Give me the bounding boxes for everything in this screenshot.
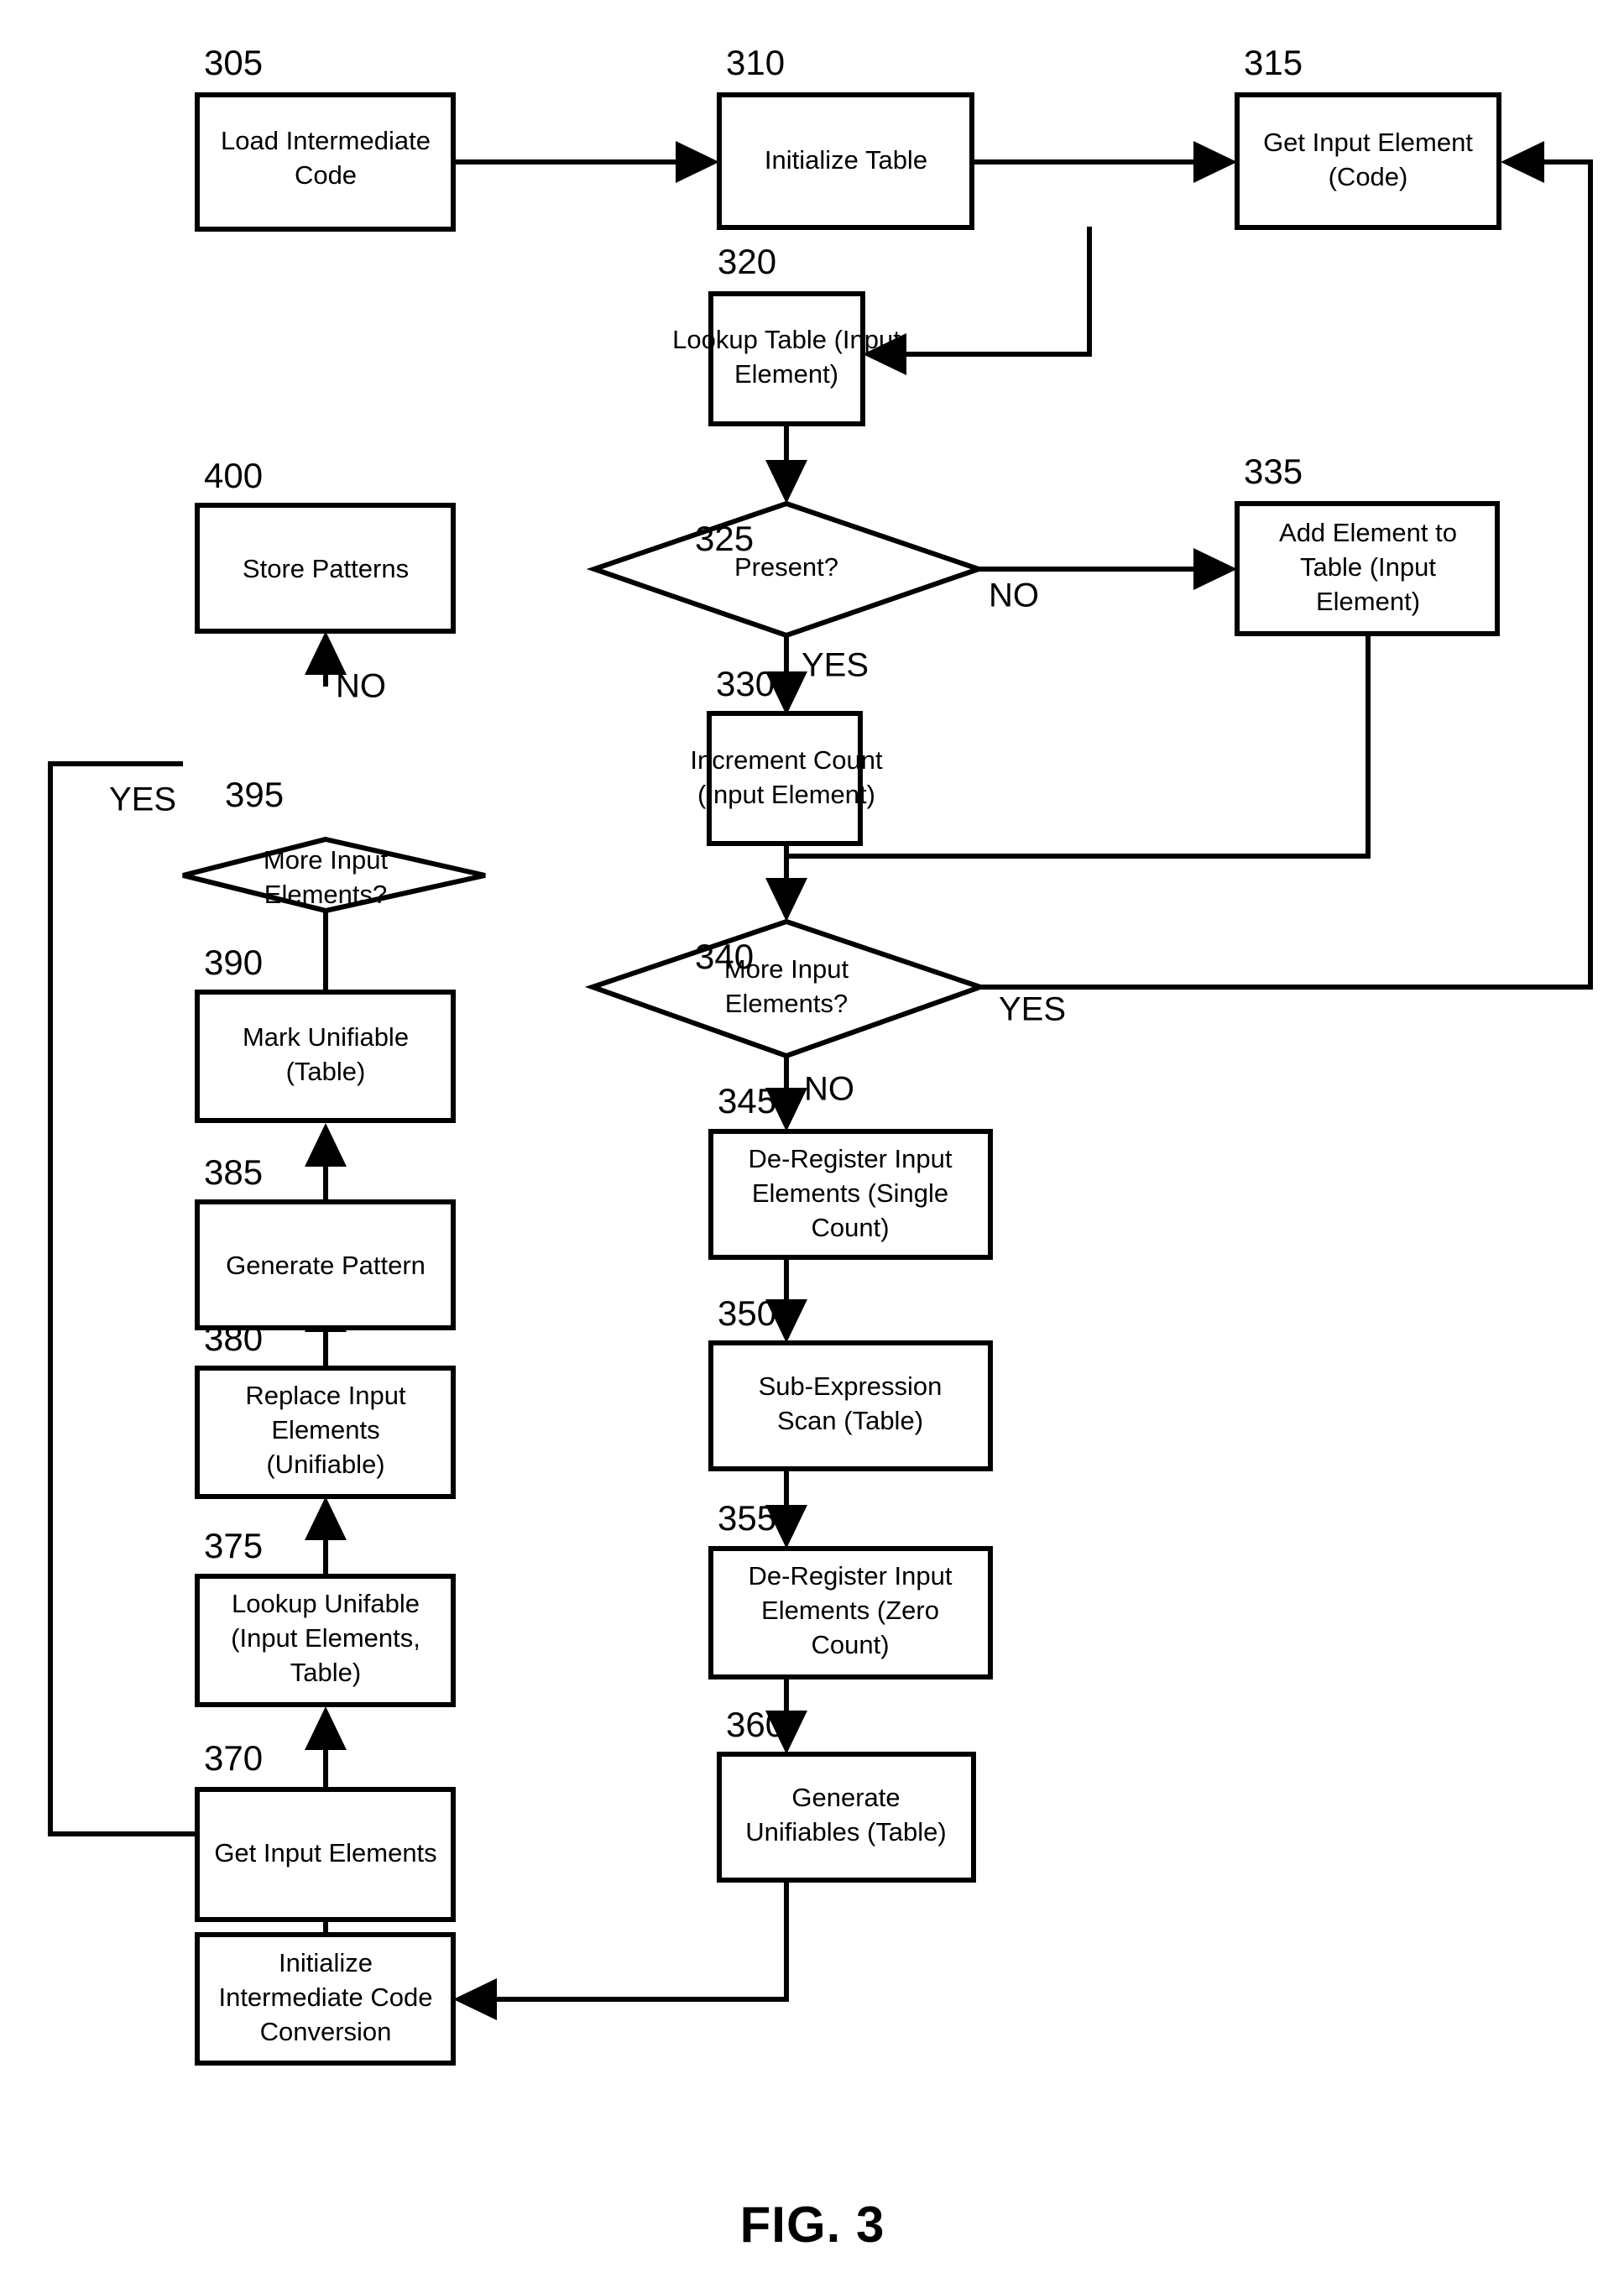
node-380-line-2: Elements bbox=[271, 1415, 379, 1444]
node-355-ref: 355 bbox=[718, 1498, 776, 1538]
node-305-ref: 305 bbox=[204, 43, 263, 82]
node-355-line-3: Count) bbox=[811, 1630, 889, 1659]
flowchart-diagram: 305 Load Intermediate Code 310 Initializ… bbox=[0, 0, 1624, 2288]
branch-label-395-no: NO bbox=[336, 668, 386, 705]
branch-label-340-no: NO bbox=[804, 1071, 854, 1108]
node-330-line-1: Increment Count bbox=[690, 745, 883, 775]
node-360-line-2: Unifiables (Table) bbox=[745, 1817, 947, 1847]
branch-label-340-yes: YES bbox=[999, 991, 1066, 1028]
figure-caption: FIG. 3 bbox=[740, 2197, 885, 2253]
node-345-ref: 345 bbox=[718, 1081, 776, 1120]
branch-label-325-yes: YES bbox=[802, 647, 869, 684]
branch-label-395-yes: YES bbox=[109, 781, 176, 818]
node-315-ref: 315 bbox=[1244, 43, 1303, 82]
node-345-line-2: Elements (Single bbox=[752, 1178, 948, 1208]
node-335-line-2: Table (Input bbox=[1300, 552, 1436, 582]
node-350-line-2: Scan (Table) bbox=[777, 1406, 923, 1435]
node-345-line-1: De-Register Input bbox=[749, 1144, 953, 1173]
node-335-ref: 335 bbox=[1244, 452, 1303, 491]
node-380-line-3: (Unifiable) bbox=[266, 1450, 384, 1479]
node-365-line-3: Conversion bbox=[260, 2017, 392, 2046]
node-375-ref: 375 bbox=[204, 1526, 263, 1565]
node-400-line-1: Store Patterns bbox=[243, 554, 409, 583]
branch-label-325-no: NO bbox=[989, 577, 1039, 614]
node-355-line-1: De-Register Input bbox=[749, 1561, 953, 1591]
node-365-line-1: Initialize bbox=[279, 1948, 373, 1977]
node-370-line-1: Get Input Elements bbox=[214, 1838, 436, 1867]
node-390-line-1: Mark Unifiable bbox=[243, 1022, 409, 1052]
node-330-line-2: (Input Element) bbox=[697, 780, 875, 809]
node-305-line-1: Load Intermediate bbox=[221, 126, 431, 155]
node-315-box[interactable] bbox=[1235, 92, 1501, 230]
node-320-line-1: Lookup Table (Input bbox=[672, 325, 901, 354]
node-320-ref: 320 bbox=[718, 242, 776, 281]
node-375-line-1: Lookup Unifable bbox=[232, 1589, 420, 1618]
node-325-line-1: Present? bbox=[734, 552, 838, 582]
node-380-line-1: Replace Input bbox=[245, 1381, 406, 1410]
node-360-ref: 360 bbox=[726, 1705, 785, 1744]
node-375-line-2: (Input Elements, bbox=[231, 1623, 420, 1653]
node-305-line-2: Code bbox=[295, 160, 357, 190]
node-395-ref: 395 bbox=[225, 775, 284, 814]
figure-container: 305 Load Intermediate Code 310 Initializ… bbox=[0, 0, 1624, 2288]
node-310-ref: 310 bbox=[726, 43, 785, 82]
node-385-line-1: Generate Pattern bbox=[226, 1251, 426, 1280]
node-340-line-1: More Input bbox=[724, 954, 849, 984]
node-390-line-2: (Table) bbox=[286, 1057, 366, 1086]
node-385-ref: 385 bbox=[204, 1152, 263, 1192]
node-315-line-1: Get Input Element bbox=[1263, 128, 1473, 157]
node-335-line-1: Add Element to bbox=[1279, 518, 1457, 547]
node-395-line-2: Elements? bbox=[264, 880, 387, 909]
node-395-line-1: More Input bbox=[264, 845, 389, 875]
node-350-line-1: Sub-Expression bbox=[759, 1371, 943, 1401]
node-340-line-2: Elements? bbox=[725, 989, 848, 1018]
node-370-ref: 370 bbox=[204, 1738, 263, 1778]
node-350-ref: 350 bbox=[718, 1293, 776, 1333]
node-390-ref: 390 bbox=[204, 943, 263, 982]
node-315-line-2: (Code) bbox=[1329, 162, 1408, 191]
node-375-line-3: Table) bbox=[290, 1658, 361, 1687]
node-360-line-1: Generate bbox=[791, 1783, 900, 1812]
node-355-line-2: Elements (Zero bbox=[761, 1596, 939, 1625]
node-320-line-2: Element) bbox=[734, 359, 838, 389]
node-330-ref: 330 bbox=[716, 664, 775, 703]
node-310-line-1: Initialize Table bbox=[765, 145, 927, 175]
node-345-line-3: Count) bbox=[811, 1213, 889, 1242]
node-365-line-2: Intermediate Code bbox=[218, 1982, 432, 2012]
node-335-line-3: Element) bbox=[1316, 587, 1420, 616]
node-400-ref: 400 bbox=[204, 456, 263, 495]
node-330-box[interactable] bbox=[707, 711, 863, 846]
